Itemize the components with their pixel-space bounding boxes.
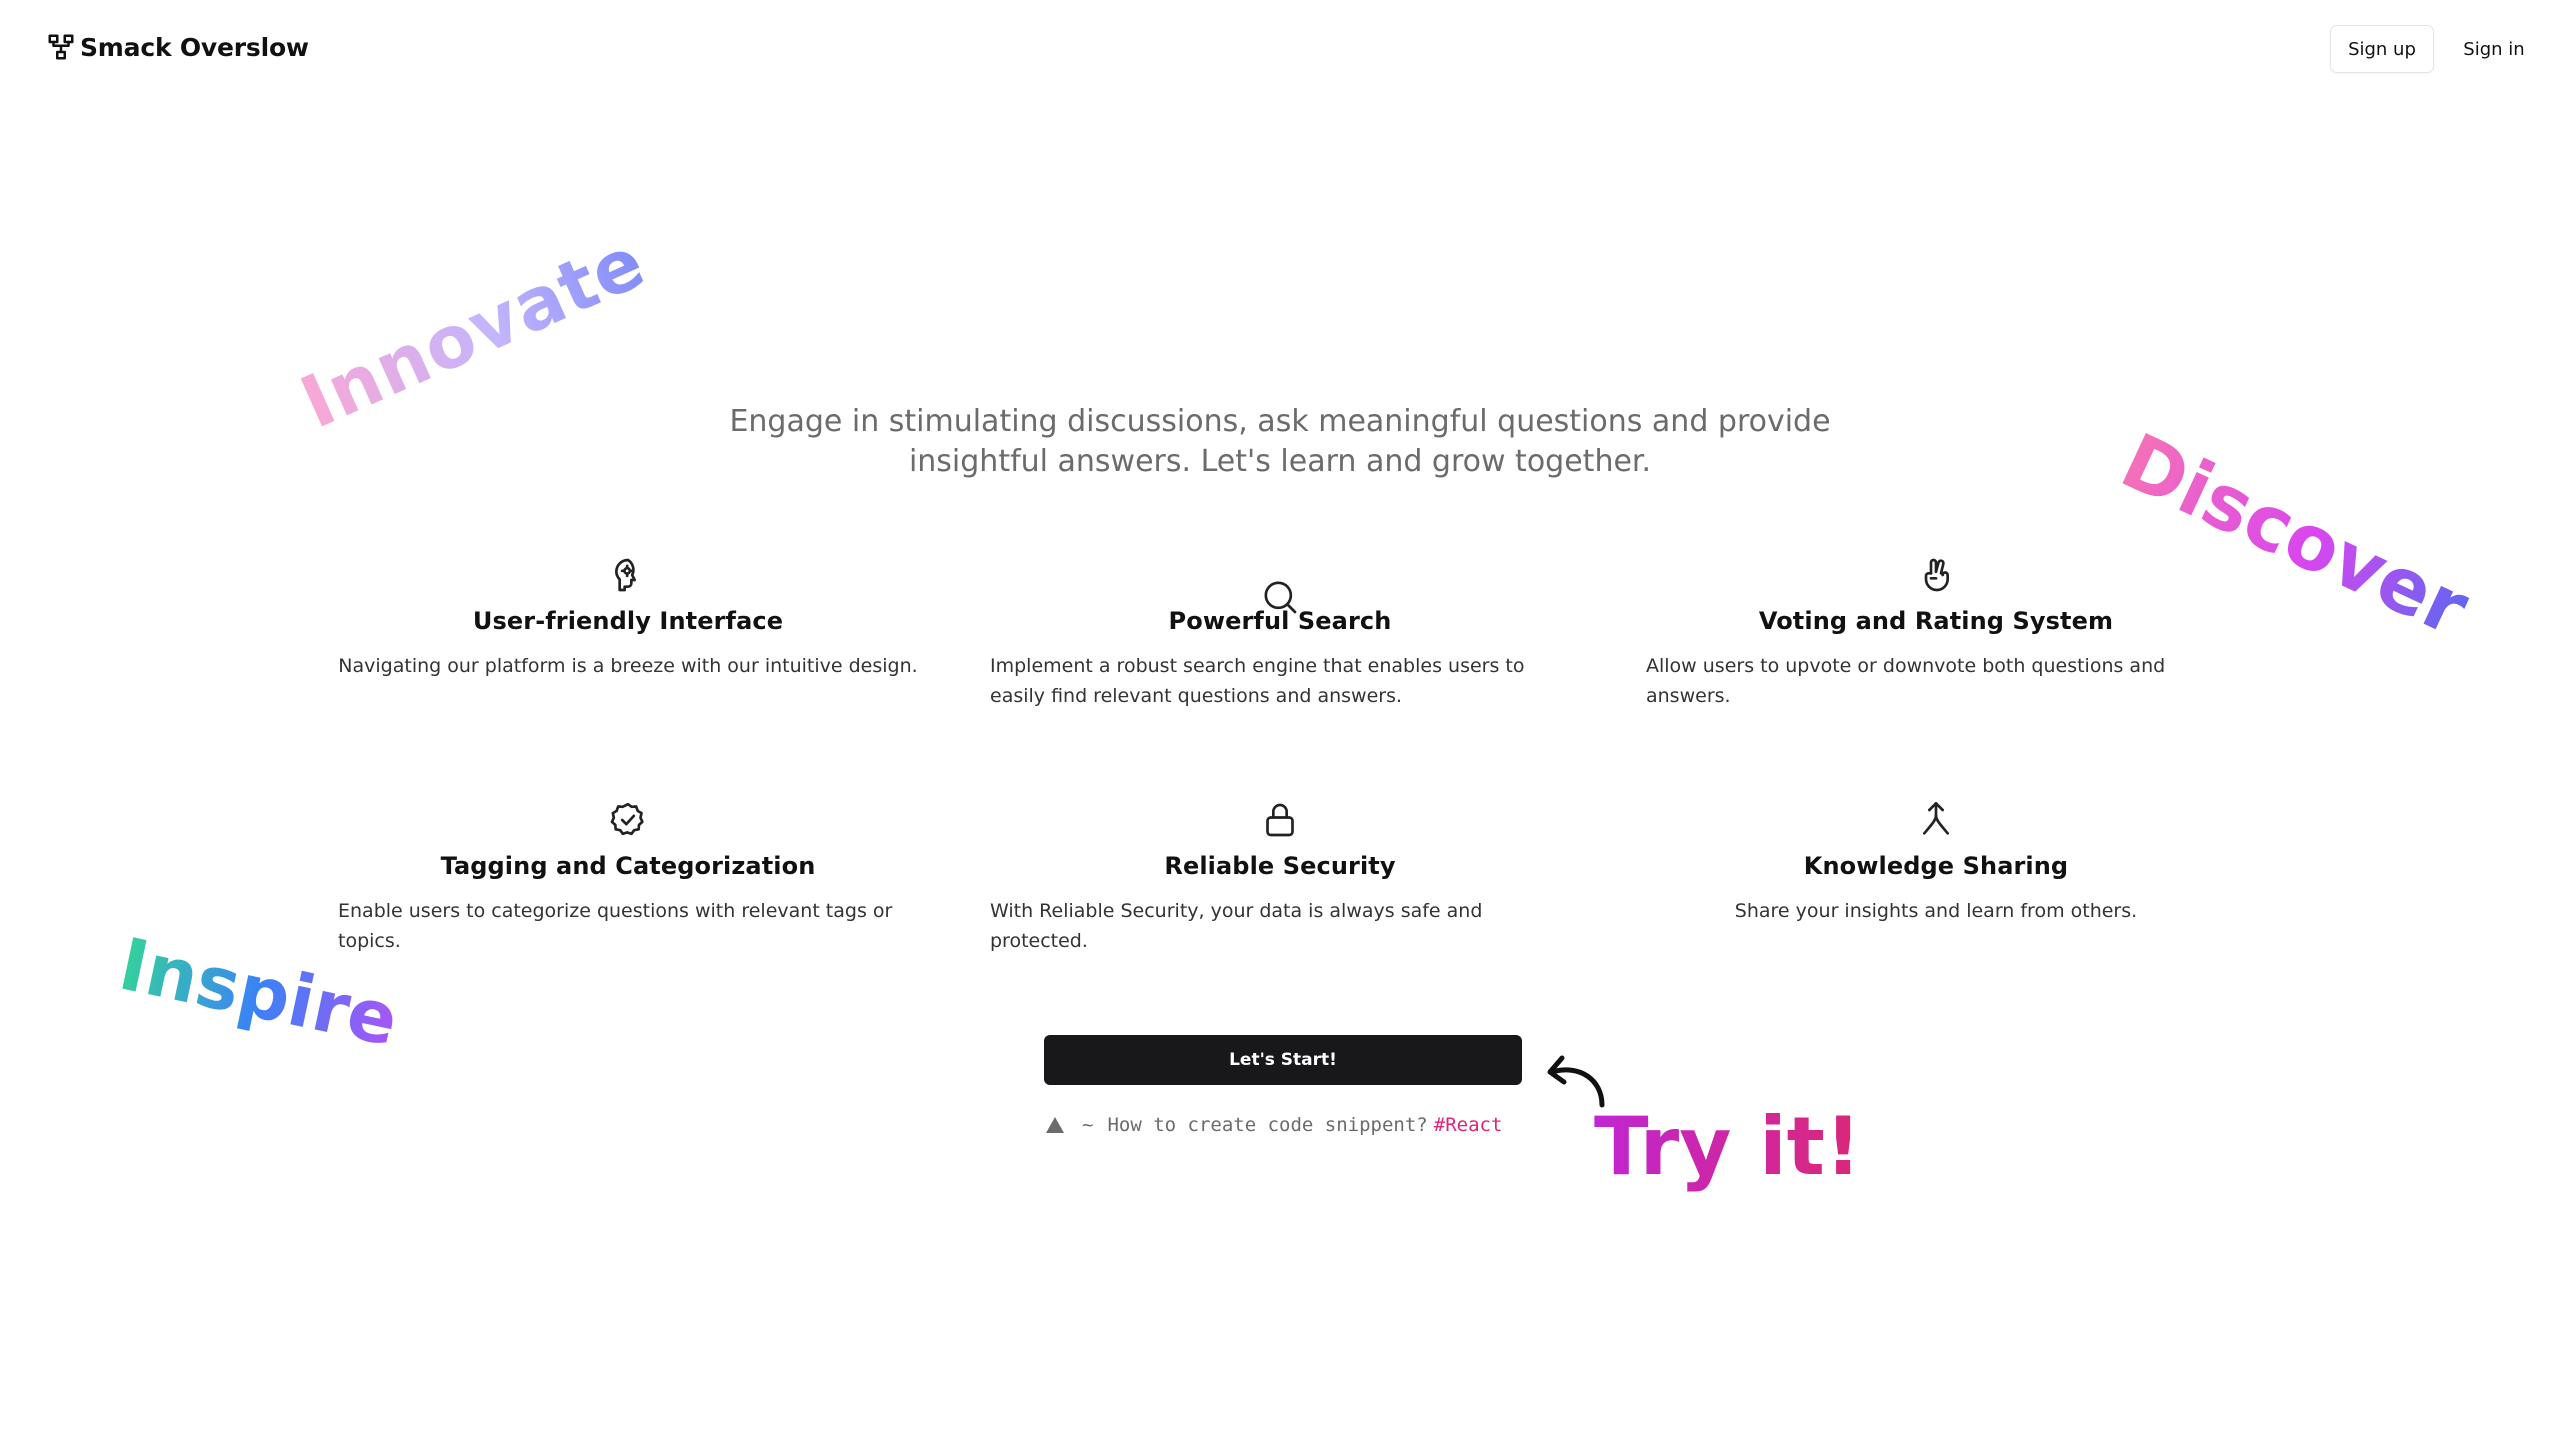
lock-icon [1266, 803, 1294, 837]
feature-title: Knowledge Sharing [1803, 852, 2069, 880]
feature-title: User-friendly Interface [472, 607, 784, 635]
feature-title: Tagging and Categorization [440, 852, 816, 880]
sign-up-button[interactable]: Sign up [2330, 25, 2434, 73]
sitemap-icon [48, 34, 74, 60]
feature-description: Share your insights and learn from other… [1734, 900, 2138, 922]
feature-description: Implement a robust search engine that en… [990, 655, 1525, 707]
code-snippet-prompt: ~ How to create code snippent? #React [1046, 1110, 1526, 1140]
feature-description: With Reliable Security, your data is alw… [990, 900, 1483, 952]
merge-icon [1923, 802, 1949, 835]
intro-line-2: insightful answers. Let's learn and grow… [908, 444, 1652, 479]
snippet-text: How to create code snippent? [1107, 1114, 1428, 1136]
terminal-triangle-icon [1046, 1117, 1064, 1133]
brain-gear-icon [615, 558, 636, 592]
curved-arrow-icon [1547, 1055, 1605, 1108]
feature-description: Allow users to upvote or downvote both q… [1646, 655, 2166, 707]
intro-text: Engage in stimulating discussions, ask m… [700, 402, 1860, 482]
feature-card-powerful-search: Powerful Search Implement a robust searc… [990, 555, 1570, 735]
lets-start-button[interactable]: Let's Start! [1044, 1035, 1522, 1085]
feature-card-voting: Voting and Rating System Allow users to … [1646, 555, 2226, 735]
badge-check-icon [610, 802, 644, 836]
intro-line-1: Engage in stimulating discussions, ask m… [729, 404, 1831, 439]
try-it-decoration: Try it! [1594, 1100, 1862, 1193]
brand-name: Smack Overslow [80, 32, 309, 62]
header: Smack Overslow Sign up Sign in [0, 0, 2560, 100]
landing-page: Smack Overslow Sign up Sign in Innovate … [0, 0, 2560, 1440]
feature-card-tagging: Tagging and Categorization Enable users … [338, 800, 918, 980]
brand-link[interactable]: Smack Overslow [46, 32, 309, 62]
innovate-decoration: Innovate [288, 219, 657, 445]
feature-title: Powerful Search [1168, 607, 1392, 635]
sign-in-button[interactable]: Sign in [2454, 25, 2534, 73]
snippet-tag: #React [1433, 1114, 1503, 1136]
hand-peace-icon [1924, 558, 1949, 592]
prompt-symbol: ~ [1082, 1114, 1094, 1136]
feature-card-user-friendly: User-friendly Interface Navigating our p… [338, 555, 918, 735]
feature-description: Navigating our platform is a breeze with… [338, 655, 918, 677]
feature-card-security: Reliable Security With Reliable Security… [990, 800, 1570, 980]
feature-title: Reliable Security [1164, 852, 1396, 880]
feature-description: Enable users to categorize questions wit… [338, 900, 893, 952]
feature-title: Voting and Rating System [1758, 607, 2114, 635]
feature-card-knowledge: Knowledge Sharing Share your insights an… [1646, 800, 2226, 980]
